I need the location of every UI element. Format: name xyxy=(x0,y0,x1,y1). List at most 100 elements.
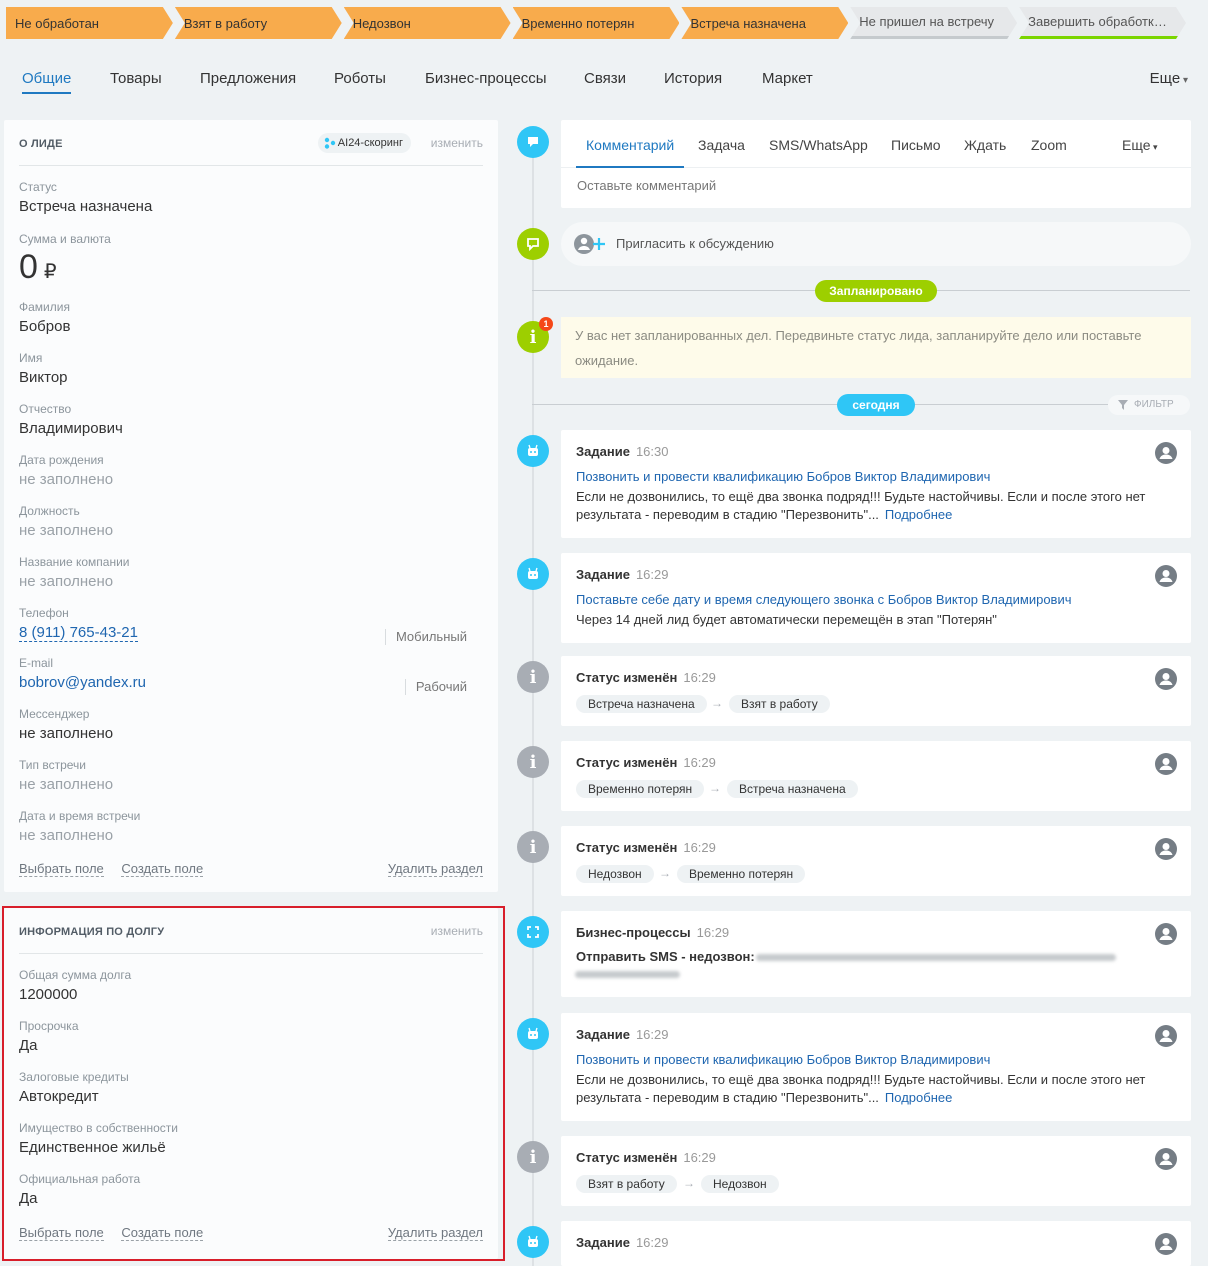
comment-input[interactable]: Оставьте комментарий xyxy=(577,178,716,193)
user-avatar[interactable] xyxy=(1155,1233,1177,1255)
debt-panel-header: ИНФОРМАЦИЯ ПО ДОЛГУ изменить xyxy=(19,908,483,954)
delete-section-link[interactable]: Удалить раздел xyxy=(387,861,483,877)
timeline-line xyxy=(532,140,534,1266)
select-field-link[interactable]: Выбрать поле xyxy=(19,861,104,877)
user-avatar[interactable] xyxy=(1155,1148,1177,1170)
field-patronymic: Отчество Владимирович xyxy=(19,402,123,437)
invite-to-discussion-button[interactable]: Пригласить к обсуждению xyxy=(561,222,1191,266)
editor-tab-zoom[interactable]: Zoom xyxy=(1031,137,1067,153)
field-email: E-mail bobrov@yandex.ru Рабочий xyxy=(19,656,483,695)
tab-offers[interactable]: Предложения xyxy=(200,70,296,87)
lead-panel-title: О ЛИДЕ xyxy=(19,138,63,150)
field-collateral: Залоговые кредиты Автокредит xyxy=(19,1070,129,1105)
chat-icon xyxy=(517,228,549,260)
robot-icon xyxy=(517,1226,549,1258)
main-tabs: Общие Товары Предложения Роботы Бизнес-п… xyxy=(22,66,1188,96)
editor-tab-task[interactable]: Задача xyxy=(698,137,745,153)
stage-no-answer[interactable]: Недозвон xyxy=(344,7,511,39)
planned-pill: Запланировано xyxy=(815,280,937,302)
user-avatar[interactable] xyxy=(1155,668,1177,690)
feed-status-item: Статус изменён 16:29 Недозвон → Временно … xyxy=(561,826,1191,896)
feed-task-item: Задание 16:29 Поставьте себе дату и время… xyxy=(561,553,1191,643)
debt-panel-change-link[interactable]: изменить xyxy=(431,924,483,938)
arrow-icon: → xyxy=(709,781,721,795)
stage-bar: Не обработан Взят в работу Недозвон Врем… xyxy=(6,7,1186,39)
status-to: Временно потерян xyxy=(677,865,806,883)
email-type: Рабочий xyxy=(404,679,467,695)
add-user-icon xyxy=(574,234,605,254)
editor-tab-sms[interactable]: SMS/WhatsApp xyxy=(769,137,868,153)
status-value[interactable]: Встреча назначена xyxy=(19,198,152,215)
ai-scoring-button[interactable]: AI24-скоринг xyxy=(317,133,411,153)
field-official-job: Официальная работа Да xyxy=(19,1172,141,1207)
filter-icon xyxy=(1118,400,1128,410)
stage-meeting-scheduled[interactable]: Встреча назначена xyxy=(681,7,848,39)
info-icon: i xyxy=(517,831,549,863)
status-to: Встреча назначена xyxy=(727,780,858,798)
editor-tab-letter[interactable]: Письмо xyxy=(891,137,941,153)
field-phone: Телефон 8 (911) 765-43-21 Мобильный xyxy=(19,606,467,645)
field-name: Имя Виктор xyxy=(19,351,68,386)
field-debt-total: Общая сумма долга 1200000 xyxy=(19,968,132,1003)
phone-link[interactable]: 8 (911) 765-43-21 xyxy=(19,624,138,642)
tab-market[interactable]: Маркет xyxy=(762,70,813,87)
editor-tab-more[interactable]: Еще xyxy=(1122,137,1158,153)
task-link[interactable]: Поставьте себе дату и время следующего з… xyxy=(576,592,1072,607)
tab-general[interactable]: Общие xyxy=(22,70,72,94)
debt-delete-section-link[interactable]: Удалить раздел xyxy=(387,1225,483,1241)
debt-select-field-link[interactable]: Выбрать поле xyxy=(19,1225,104,1241)
arrow-icon: → xyxy=(659,866,671,880)
field-lastname: Фамилия Бобров xyxy=(19,300,71,335)
stage-temporarily-lost[interactable]: Временно потерян xyxy=(513,7,680,39)
feed-task-item: Задание 16:29 Позвонить и провести квалиф… xyxy=(561,1013,1191,1121)
filter-button[interactable]: ФИЛЬТР xyxy=(1108,395,1190,415)
bizproc-text: Отправить SMS - недозвон: xyxy=(576,949,755,964)
task-link[interactable]: Позвонить и провести квалификацию Бобров… xyxy=(576,469,990,484)
lead-panel-change-link[interactable]: изменить xyxy=(431,136,483,150)
sum-value[interactable]: 0 ₽ xyxy=(19,248,111,287)
tab-history[interactable]: История xyxy=(664,70,722,87)
feed-status-item: Статус изменён 16:29 Взят в работу → Недо… xyxy=(561,1136,1191,1206)
robot-icon xyxy=(517,558,549,590)
debt-create-field-link[interactable]: Создать поле xyxy=(121,1225,204,1241)
user-avatar[interactable] xyxy=(1155,1025,1177,1047)
arrow-icon: → xyxy=(683,1176,695,1190)
stage-in-work[interactable]: Взят в работу xyxy=(175,7,342,39)
comment-icon xyxy=(517,126,549,158)
editor-tabs: Комментарий Задача SMS/WhatsApp Письмо Ж… xyxy=(561,120,1191,168)
field-position: Должность не заполнено xyxy=(19,504,114,539)
more-link[interactable]: Подробнее xyxy=(885,1090,952,1105)
stage-finish[interactable]: Завершить обработку ... xyxy=(1019,7,1186,39)
user-avatar[interactable] xyxy=(1155,838,1177,860)
tab-robots[interactable]: Роботы xyxy=(334,70,386,87)
today-pill: сегодня xyxy=(837,394,915,416)
tab-links[interactable]: Связи xyxy=(584,70,626,87)
tab-products[interactable]: Товары xyxy=(110,70,162,87)
task-link[interactable]: Позвонить и провести квалификацию Бобров… xyxy=(576,1052,990,1067)
tab-bizproc[interactable]: Бизнес-процессы xyxy=(425,70,547,87)
debt-panel: ИНФОРМАЦИЯ ПО ДОЛГУ изменить Общая сумма… xyxy=(4,908,498,1259)
editor-tab-wait[interactable]: Ждать xyxy=(964,137,1006,153)
field-overdue: Просрочка Да xyxy=(19,1019,79,1054)
no-planned-notice: У вас нет запланированных дел. Передвинь… xyxy=(561,317,1191,378)
stage-no-show[interactable]: Не пришел на встречу xyxy=(850,7,1017,39)
user-avatar[interactable] xyxy=(1155,753,1177,775)
info-icon: i 1 xyxy=(517,317,553,353)
create-field-link[interactable]: Создать поле xyxy=(121,861,204,877)
status-to: Недозвон xyxy=(701,1175,779,1193)
feed-bizproc-item: Бизнес-процессы 16:29 Отправить SMS - нед… xyxy=(561,911,1191,997)
feed-status-item: Статус изменён 16:29 Встреча назначена → … xyxy=(561,656,1191,726)
editor-tab-comment[interactable]: Комментарий xyxy=(575,137,685,168)
lead-panel: О ЛИДЕ AI24-скоринг изменить Статус Встр… xyxy=(4,120,498,892)
phone-type: Мобильный xyxy=(384,629,467,645)
user-avatar[interactable] xyxy=(1155,565,1177,587)
user-avatar[interactable] xyxy=(1155,442,1177,464)
currency-sign: ₽ xyxy=(43,261,57,283)
tab-more[interactable]: Еще xyxy=(1150,70,1188,87)
stage-not-processed[interactable]: Не обработан xyxy=(6,7,173,39)
user-avatar[interactable] xyxy=(1155,923,1177,945)
arrow-icon: → xyxy=(711,696,723,710)
field-messenger: Мессенджер не заполнено xyxy=(19,707,114,742)
more-link[interactable]: Подробнее xyxy=(885,507,952,522)
field-company: Название компании не заполнено xyxy=(19,555,130,590)
